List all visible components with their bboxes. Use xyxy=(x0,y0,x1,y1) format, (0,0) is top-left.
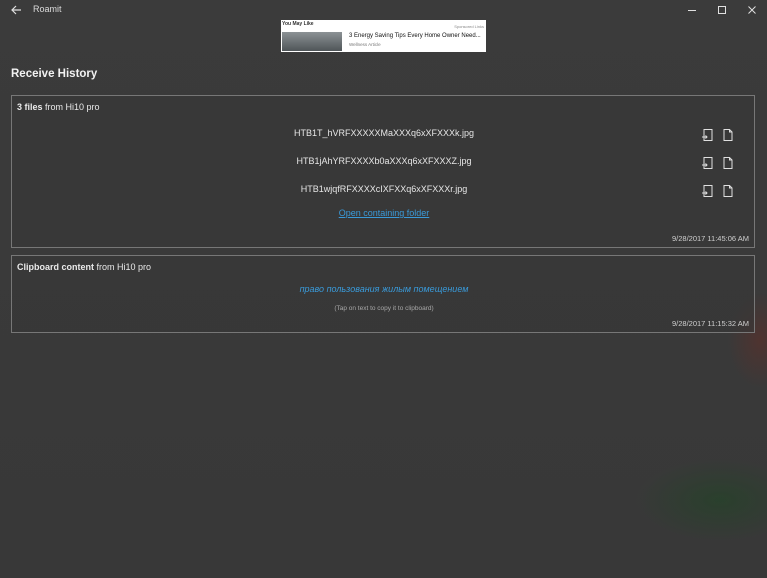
open-file-icon[interactable] xyxy=(721,156,735,170)
files-from-device: from Hi10 pro xyxy=(45,102,100,112)
files-timestamp: 9/28/2017 11:45:06 AM xyxy=(671,234,749,243)
open-with-icon[interactable] xyxy=(701,128,715,142)
close-icon[interactable] xyxy=(746,4,758,16)
minimize-icon[interactable] xyxy=(686,4,698,16)
open-with-icon[interactable] xyxy=(701,156,715,170)
open-file-icon[interactable] xyxy=(721,128,735,142)
file-name: HTB1T_hVRFXXXXXMaXXXq6xXFXXXk.jpg xyxy=(293,128,475,138)
ad-headline: 3 Energy Saving Tips Every Home Owner Ne… xyxy=(349,33,481,39)
ad-source: Wellness Article xyxy=(349,42,381,47)
file-actions xyxy=(701,128,741,142)
page-title: Receive History xyxy=(11,68,98,80)
file-actions xyxy=(701,184,741,198)
ad-label: You May Like xyxy=(282,21,314,27)
clipboard-timestamp: 9/28/2017 11:15:32 AM xyxy=(671,319,749,328)
files-history-card: 3 files from Hi10 pro HTB1T_hVRFXXXXXMaX… xyxy=(11,95,755,248)
file-name: HTB1wjqfRFXXXXcIXFXXq6xXFXXXr.jpg xyxy=(300,184,468,194)
clipboard-title: Clipboard content xyxy=(17,262,94,272)
files-count: 3 files xyxy=(17,102,43,112)
file-actions xyxy=(701,156,741,170)
back-arrow-icon[interactable] xyxy=(9,3,23,17)
open-with-icon[interactable] xyxy=(701,184,715,198)
clipboard-content-text[interactable]: право пользования жилым помещением xyxy=(12,284,756,294)
ad-sponsored-label: Sponsored Links xyxy=(454,24,484,29)
clipboard-hint: (Tap on text to copy it to clipboard) xyxy=(334,305,434,312)
maximize-icon[interactable] xyxy=(716,4,728,16)
app-title: Roamit xyxy=(33,4,62,14)
open-file-icon[interactable] xyxy=(721,184,735,198)
clipboard-history-card: Clipboard content from Hi10 pro право по… xyxy=(11,255,755,333)
title-bar: Roamit xyxy=(0,0,767,20)
open-containing-folder-link[interactable]: Open containing folder xyxy=(12,208,756,218)
clipboard-from-device: from Hi10 pro xyxy=(96,262,152,272)
clipboard-card-header: Clipboard content from Hi10 pro xyxy=(17,262,151,272)
files-card-header: 3 files from Hi10 pro xyxy=(17,102,100,112)
file-name: HTB1jAhYRFXXXXb0aXXXq6xXFXXXZ.jpg xyxy=(296,156,472,166)
ad-banner[interactable]: You May Like Sponsored Links 3 Energy Sa… xyxy=(281,20,486,52)
ad-thumbnail xyxy=(282,32,342,51)
